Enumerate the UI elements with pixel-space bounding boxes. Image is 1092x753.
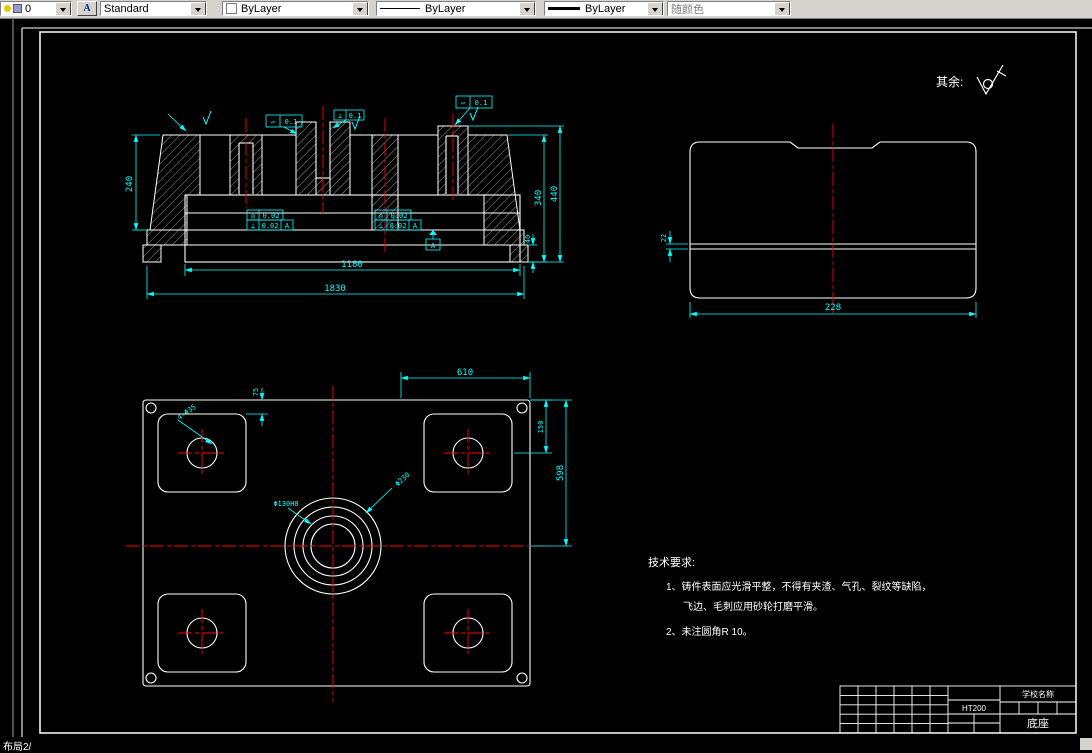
roughness-symbol-icon (976, 64, 1007, 96)
corner-hole[interactable] (516, 402, 528, 414)
datum-letter: A (431, 242, 436, 250)
linetype-preview-icon (380, 8, 420, 9)
style-combo-value: Standard (104, 2, 149, 15)
pos-value: 0.02 (390, 222, 407, 230)
text-style-button[interactable]: A (77, 1, 97, 16)
dim-label[interactable]: 610 (457, 368, 473, 378)
leader-label[interactable]: Φ230 (394, 471, 412, 488)
layer-combo[interactable]: 0 (0, 1, 72, 16)
leader-boss[interactable]: Φ230 (365, 471, 412, 514)
technical-requirements[interactable]: 技术要求: 1、铸件表面应光滑平整，不得有夹渣、气孔、裂纹等缺陷， 飞边、毛刺应… (648, 556, 932, 638)
flatness-value: 0.1 (285, 118, 298, 126)
part-name-cell[interactable]: 底座 (1027, 716, 1049, 730)
leader-corner-holes[interactable]: 4-Φ35 (176, 403, 213, 445)
linetype-combo-arrow[interactable] (519, 2, 535, 15)
leader-label[interactable]: 4-Φ35 (176, 403, 198, 422)
chevron-down-icon (195, 7, 201, 12)
chevron-down-icon (60, 7, 66, 12)
style-combo[interactable]: Standard (100, 1, 207, 16)
layout-tab-label[interactable]: 布局2/ (3, 738, 31, 753)
drawing-svg[interactable]: 1180 1830 240 340 440 40 ▱ 0.1 ▱ 0.1 ⊥ 0… (0, 18, 1092, 737)
tech-req-line[interactable]: 飞边、毛刺应用砂轮打磨平滑。 (683, 600, 823, 613)
datum-flag[interactable]: A (425, 230, 441, 251)
chevron-down-icon (779, 7, 785, 12)
title-block[interactable]: HT200 学校名称 底座 (839, 685, 1077, 734)
flatness-symbol: ▱ (461, 99, 466, 107)
perp-symbol: ⊥ (338, 112, 342, 120)
plotstyle-combo[interactable]: 随颜色 (667, 1, 791, 16)
dim-plan-pad-offset[interactable]: 75 (246, 388, 268, 426)
dim-plan-right-short[interactable]: 150 (514, 399, 552, 454)
status-strip: 布局2/ (0, 737, 1092, 753)
dim-label[interactable]: 75 (252, 388, 260, 396)
plotstyle-combo-value: 随颜色 (671, 3, 704, 16)
dim-label[interactable]: 228 (825, 303, 841, 313)
lineweight-combo[interactable]: ByLayer (544, 1, 664, 16)
sheet-border (21, 27, 1092, 737)
dim-label[interactable]: 40 (524, 235, 532, 243)
dim-overall-width[interactable]: 1830 (146, 266, 525, 299)
dim-label[interactable]: 22 (660, 234, 668, 242)
lineweight-combo-arrow[interactable] (647, 2, 663, 15)
conc-value: 0.02 (391, 212, 408, 220)
flatness-value: 0.1 (475, 99, 488, 107)
color-combo[interactable]: ByLayer (222, 1, 369, 16)
color-combo-value: ByLayer (241, 2, 282, 15)
tech-req-line[interactable]: 2、未注圆角R 10。 (666, 625, 753, 638)
tech-req-title[interactable]: 技术要求: (648, 556, 695, 569)
chevron-down-icon (357, 7, 363, 12)
layer-visibility-icon (4, 5, 11, 12)
chevron-down-icon (652, 7, 658, 12)
drawing-area[interactable]: 1180 1830 240 340 440 40 ▱ 0.1 ▱ 0.1 ⊥ 0… (0, 18, 1092, 737)
plotstyle-combo-arrow[interactable] (774, 2, 790, 15)
leader-label[interactable]: Φ130H8 (273, 500, 298, 508)
plan-view[interactable] (126, 386, 546, 702)
color-combo-arrow[interactable] (352, 2, 368, 15)
layer-combo-arrow[interactable] (55, 2, 71, 15)
text-style-icon: A (83, 3, 91, 14)
pos-value: 0.02 (262, 222, 279, 230)
dim-side-flange[interactable]: 22 (660, 231, 688, 262)
flatness-frame-2[interactable]: ▱ 0.1 (454, 95, 493, 126)
section-hatching[interactable] (142, 121, 529, 263)
pos-datum: A (413, 222, 418, 230)
school-cell[interactable]: 学校名称 (1022, 689, 1054, 699)
lineweight-preview-icon (548, 7, 580, 10)
surface-finish-note[interactable]: 其余: (936, 64, 1007, 96)
material-cell[interactable]: HT200 (962, 704, 987, 713)
resize-grip[interactable] (1080, 738, 1092, 750)
layer-combo-value: 0 (25, 2, 32, 15)
revision-grid (840, 686, 948, 733)
dim-label[interactable]: 240 (125, 176, 135, 192)
corner-hole[interactable] (145, 672, 157, 684)
dim-label[interactable]: 1830 (324, 284, 346, 294)
linetype-combo-value: ByLayer (425, 2, 466, 15)
dim-plan-top[interactable]: 610 (400, 368, 531, 398)
toolbar: 0 A Standard ByLayer ByLayer ByLayer 随颜色 (0, 0, 1092, 19)
corner-hole[interactable] (145, 402, 157, 414)
corner-hole[interactable] (516, 672, 528, 684)
side-view[interactable] (689, 124, 977, 316)
chevron-down-icon (524, 7, 530, 12)
dim-side-width[interactable]: 228 (689, 302, 977, 318)
dim-label[interactable]: 440 (550, 186, 560, 202)
linetype-combo[interactable]: ByLayer (376, 1, 536, 16)
pos-symbol: ⊥ (379, 222, 383, 230)
tech-req-line[interactable]: 1、铸件表面应光滑平整，不得有夹渣、气孔、裂纹等缺陷， (666, 580, 932, 593)
dim-label[interactable]: 340 (534, 190, 544, 206)
pos-datum: A (285, 222, 290, 230)
plan-centerlines[interactable] (126, 386, 546, 702)
surface-note-label[interactable]: 其余: (936, 74, 963, 89)
color-swatch-icon (226, 3, 237, 14)
dim-label[interactable]: 150 (537, 421, 545, 434)
conc-value: 0.02 (263, 212, 280, 220)
dim-label[interactable]: 1180 (341, 260, 363, 270)
dim-label[interactable]: 598 (556, 465, 566, 481)
style-combo-arrow[interactable] (190, 2, 206, 15)
section-view[interactable] (142, 106, 529, 263)
flatness-symbol: ▱ (271, 118, 276, 126)
pos-symbol: ⊥ (251, 222, 255, 230)
layer-lock-icon (13, 4, 22, 13)
lineweight-combo-value: ByLayer (585, 2, 626, 15)
